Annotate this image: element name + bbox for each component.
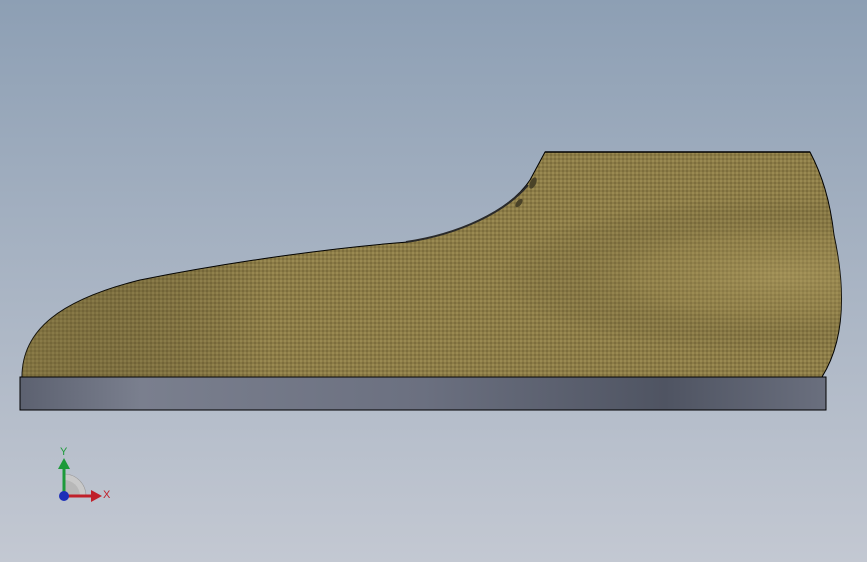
z-axis-dot	[59, 491, 69, 501]
y-arrow-icon	[58, 458, 70, 469]
graphics-viewport[interactable]: Y X	[0, 0, 867, 562]
shoe-sole[interactable]	[19, 376, 827, 411]
x-axis-label: X	[103, 489, 111, 501]
y-axis-label: Y	[60, 446, 68, 458]
shoe-last-model[interactable]	[0, 0, 867, 562]
x-arrow-icon	[91, 490, 102, 502]
reference-triad: Y X	[58, 446, 111, 502]
